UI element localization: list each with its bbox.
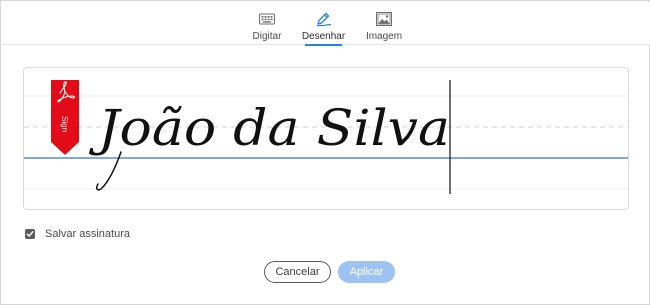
tab-draw-label: Desenhar	[301, 31, 346, 42]
mode-tabs: Digitar Desenhar Imagem	[2, 2, 650, 46]
tab-type-label: Digitar	[252, 31, 282, 42]
adobe-sign-badge: Sign	[51, 80, 79, 155]
tab-indicator	[305, 44, 342, 46]
save-signature-checkbox[interactable]	[25, 229, 35, 239]
pen-icon	[315, 9, 333, 29]
drawn-signature: João da Silva	[88, 99, 450, 157]
save-signature-label: Salvar assinatura	[45, 228, 130, 240]
signature-canvas[interactable]: Sign João da Silva	[23, 67, 629, 210]
tab-image-label: Imagem	[365, 31, 403, 42]
tab-image[interactable]: Imagem	[365, 2, 403, 45]
cancel-button[interactable]: Cancelar	[264, 261, 331, 283]
tab-type[interactable]: Digitar	[252, 2, 282, 45]
keyboard-icon	[259, 9, 275, 29]
signature-drawing: Sign João da Silva	[24, 80, 628, 194]
save-signature-option[interactable]: Salvar assinatura	[25, 227, 130, 241]
apply-button[interactable]: Aplicar	[338, 261, 395, 283]
sign-badge-label: Sign	[60, 116, 69, 132]
tab-draw[interactable]: Desenhar	[301, 2, 346, 46]
image-icon	[376, 9, 392, 29]
checkmark-icon	[26, 231, 34, 237]
signature-dialog: Digitar Desenhar Imagem Sign João da Sil…	[0, 0, 650, 305]
